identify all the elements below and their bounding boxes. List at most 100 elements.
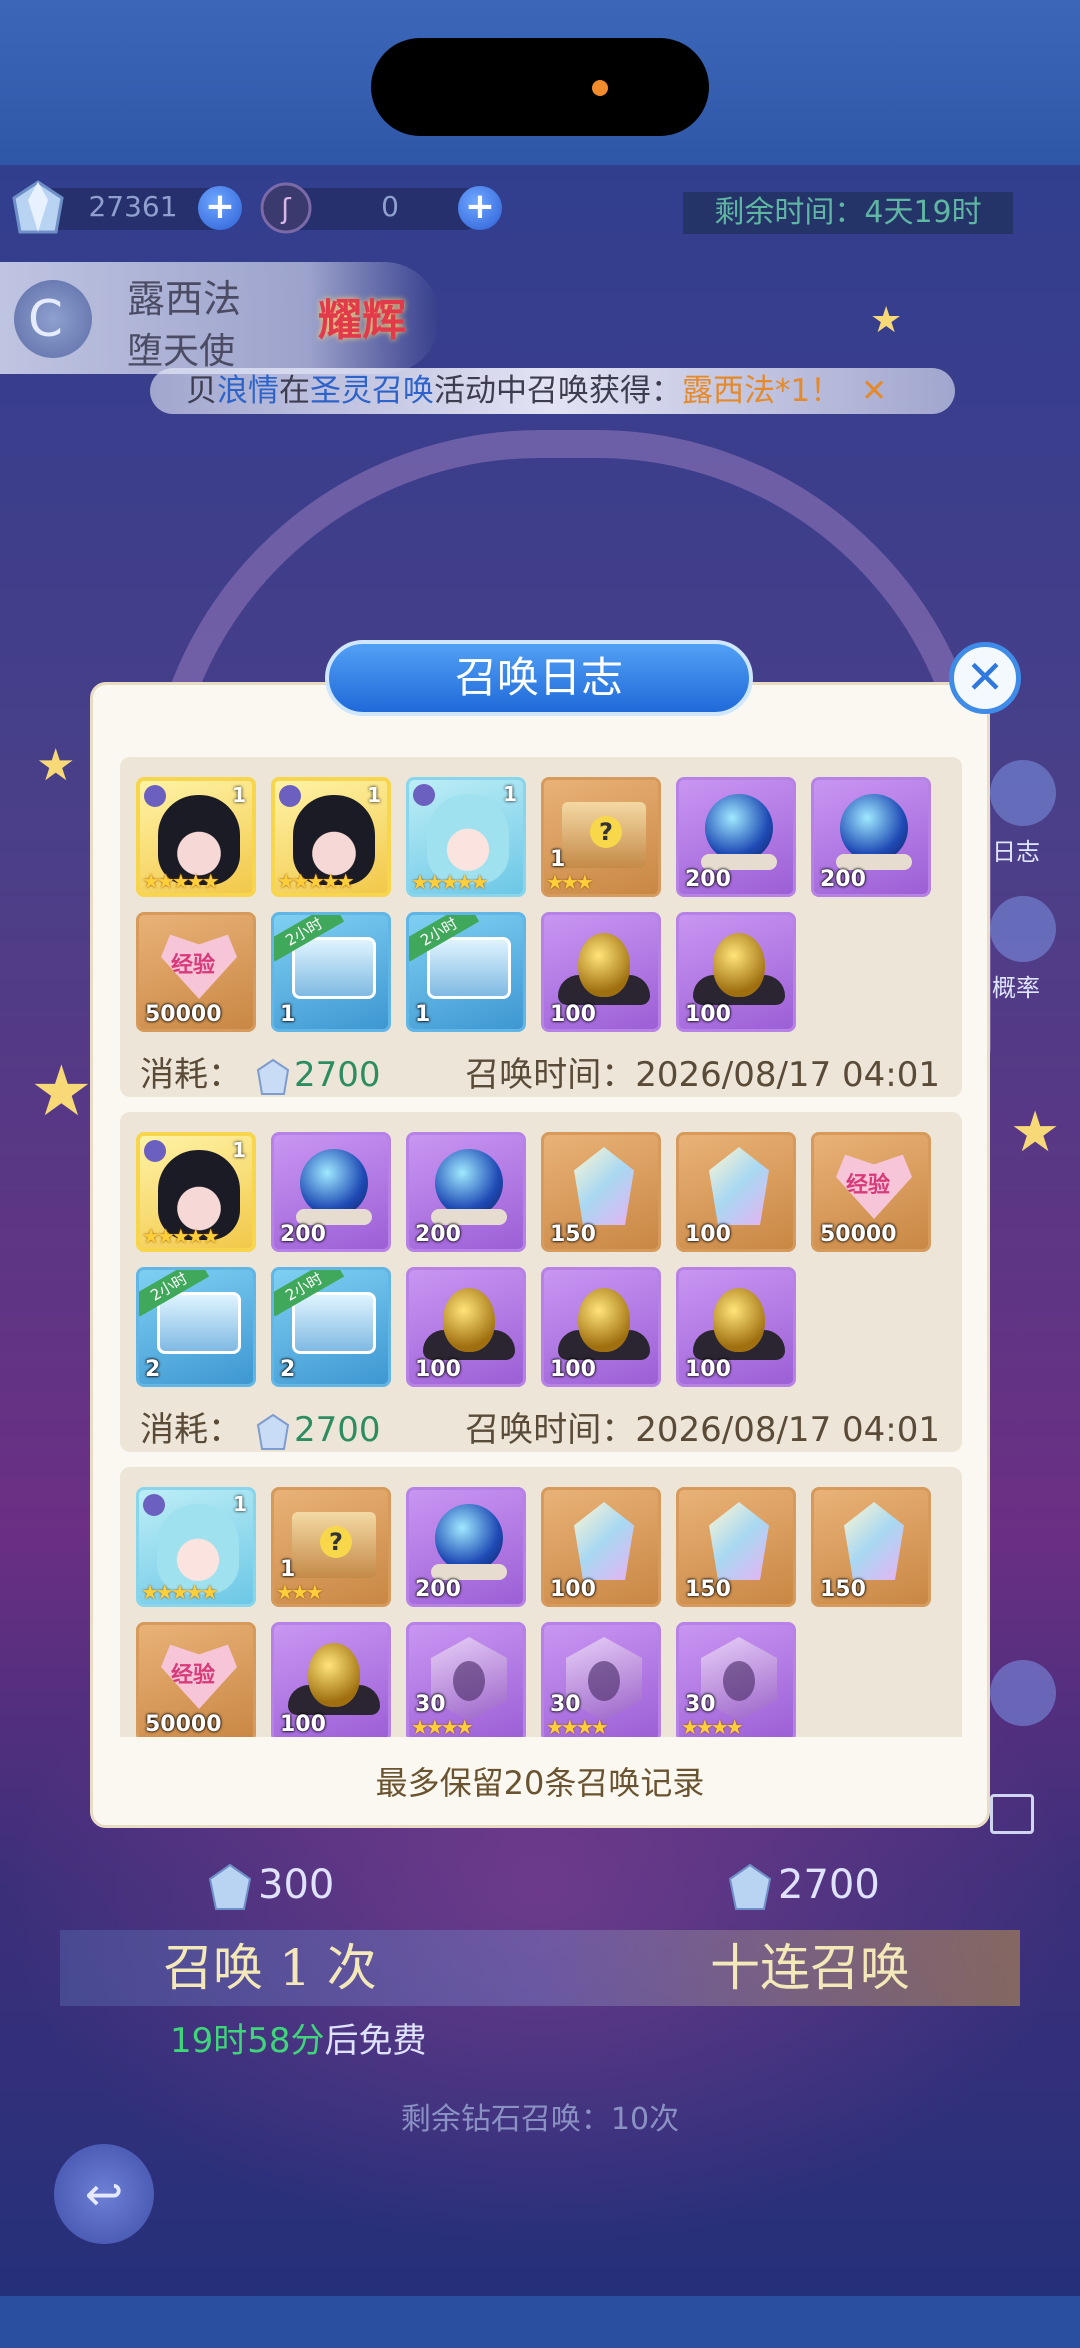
camera-notch: [371, 38, 709, 136]
hero-dark-item[interactable]: 1 ★★★★★: [136, 1132, 256, 1252]
hero-rarity-badge: 耀辉: [318, 295, 406, 346]
marquee-event: 圣灵召唤: [310, 373, 434, 409]
summon-ten-button[interactable]: 十连召唤: [660, 1928, 960, 2008]
shard-item[interactable]: 30 ★★★★: [541, 1622, 661, 1737]
item-quantity: 200: [685, 867, 731, 892]
summon-record-list[interactable]: 1 ★★★★★ 1 ★★★★★ 1 ★★★★★? 1 ★★★ 200 200 经验 50000 2小时 1…: [118, 735, 964, 1737]
golden-egg-item[interactable]: 100: [406, 1267, 526, 1387]
hero-light-item[interactable]: 1 ★★★★★: [406, 777, 526, 897]
side-tool-button[interactable]: [990, 1660, 1056, 1726]
crystal-orb-item[interactable]: 200: [676, 777, 796, 897]
chest-item[interactable]: 2小时 1: [271, 912, 391, 1032]
exp-heart-item[interactable]: 经验 50000: [811, 1132, 931, 1252]
item-quantity: 150: [685, 1577, 731, 1602]
marquee-prefix: 贝: [186, 373, 217, 409]
add-diamond-button[interactable]: +: [198, 186, 242, 230]
star-decoration: ★: [870, 300, 903, 341]
item-quantity: 1: [280, 1002, 296, 1027]
faction-icon: [144, 1140, 166, 1162]
item-stars: ★★★★★: [277, 869, 355, 893]
crystal-orb-item[interactable]: 200: [406, 1487, 526, 1607]
diamond-icon: [728, 1863, 772, 1910]
add-token-button[interactable]: +: [458, 186, 502, 230]
item-stars: ★★★★★: [411, 870, 489, 894]
item-quantity: 100: [550, 1577, 596, 1602]
mystery-box-item[interactable]: ? 1 ★★★: [271, 1487, 391, 1607]
single-summon-cost: 300: [208, 1862, 334, 1911]
diamond-icon: [12, 180, 64, 234]
crystal-orb-item[interactable]: 200: [811, 777, 931, 897]
item-quantity: 1: [550, 847, 566, 872]
shard-item[interactable]: 30 ★★★★: [406, 1622, 526, 1737]
item-quantity: 200: [820, 867, 866, 892]
diamond-icon: [208, 1863, 252, 1910]
chest-gold-item[interactable]: 2小时 2: [271, 1267, 391, 1387]
diamond-value: 27361: [88, 190, 178, 223]
hero-name: 露西法: [127, 277, 242, 321]
golden-egg-item[interactable]: 100: [541, 1267, 661, 1387]
item-quantity: 1: [280, 1557, 296, 1582]
crystal-orb-item[interactable]: 200: [271, 1132, 391, 1252]
item-quantity: 200: [415, 1577, 461, 1602]
back-button[interactable]: ↩: [54, 2144, 154, 2244]
remaining-prefix: 剩余钻石召唤：: [400, 2102, 611, 2137]
crystal-orb-item[interactable]: 200: [406, 1132, 526, 1252]
diamond-item[interactable]: 150: [541, 1132, 661, 1252]
ten-cost-value: 2700: [778, 1862, 880, 1908]
free-summon-timer: 19时58分后免费: [170, 2013, 427, 2062]
diamond-item[interactable]: 150: [676, 1487, 796, 1607]
item-quantity: 100: [685, 1002, 731, 1027]
item-quantity: 30: [685, 1692, 716, 1717]
broadcast-marquee: 贝浪情在圣灵召唤活动中召唤获得：露西法*1！ ✕: [150, 368, 955, 414]
album-icon[interactable]: [990, 1794, 1034, 1834]
shard-item[interactable]: 30 ★★★★: [676, 1622, 796, 1737]
star-decoration: ★: [36, 740, 76, 791]
camera-dot: [592, 80, 608, 96]
log-button[interactable]: [990, 760, 1056, 826]
item-stars: ★★★★★: [141, 1580, 219, 1604]
item-quantity: 50000: [820, 1222, 897, 1247]
exp-heart-item[interactable]: 经验 50000: [136, 912, 256, 1032]
chest-item[interactable]: 2小时 1: [406, 912, 526, 1032]
hero-dark-item[interactable]: 1 ★★★★★: [136, 777, 256, 897]
faction-icon: [279, 785, 301, 807]
close-button[interactable]: ✕: [949, 642, 1021, 714]
exp-heart-item[interactable]: 经验 50000: [136, 1622, 256, 1737]
summon-once-button[interactable]: 召唤 1 次: [120, 1928, 420, 2008]
faction-icon: [144, 785, 166, 807]
summon-time: 召唤时间：2026/08/17 04:01: [465, 1055, 940, 1095]
record-footer: 消耗： 2700 召唤时间：2026/08/17 04:01: [140, 1047, 940, 1095]
free-suffix: 后免费: [324, 2021, 427, 2061]
golden-egg-item[interactable]: 100: [541, 912, 661, 1032]
free-time-value: 19时58分: [170, 2021, 325, 2061]
item-quantity: 30: [415, 1692, 446, 1717]
diamond-icon: [256, 1413, 290, 1450]
chest-gold-item[interactable]: 2小时 2: [136, 1267, 256, 1387]
cost-value: 2700: [294, 1055, 381, 1095]
item-quantity: 150: [550, 1222, 596, 1247]
remaining-summons: 剩余钻石召唤：10次: [0, 2094, 1080, 2138]
golden-egg-item[interactable]: 100: [676, 912, 796, 1032]
item-quantity: 100: [550, 1002, 596, 1027]
rate-button[interactable]: [990, 896, 1056, 962]
diamond-item[interactable]: 150: [811, 1487, 931, 1607]
item-stars: ★★★★★: [142, 869, 220, 893]
diamond-item[interactable]: 100: [676, 1132, 796, 1252]
golden-egg-item[interactable]: 100: [676, 1267, 796, 1387]
golden-egg-item[interactable]: 100: [271, 1622, 391, 1737]
marquee-player: 浪情: [217, 373, 279, 409]
item-stars: ★★★★: [411, 1715, 474, 1737]
mystery-box-item[interactable]: ? 1 ★★★: [541, 777, 661, 897]
diamond-item[interactable]: 100: [541, 1487, 661, 1607]
rate-label: 概率: [992, 974, 1040, 1002]
item-count: 1: [367, 783, 381, 807]
close-marquee-icon[interactable]: ✕: [861, 373, 887, 409]
token-icon: ʃ: [260, 182, 312, 234]
event-timer: 剩余时间：4天19时: [683, 192, 1013, 234]
bottom-bar: [0, 2296, 1080, 2348]
token-value: 0: [381, 190, 399, 223]
hero-light-item[interactable]: 1 ★★★★★: [136, 1487, 256, 1607]
svg-text:ʃ: ʃ: [280, 192, 291, 225]
hero-dark-item[interactable]: 1 ★★★★★: [271, 777, 391, 897]
item-quantity: 100: [685, 1222, 731, 1247]
